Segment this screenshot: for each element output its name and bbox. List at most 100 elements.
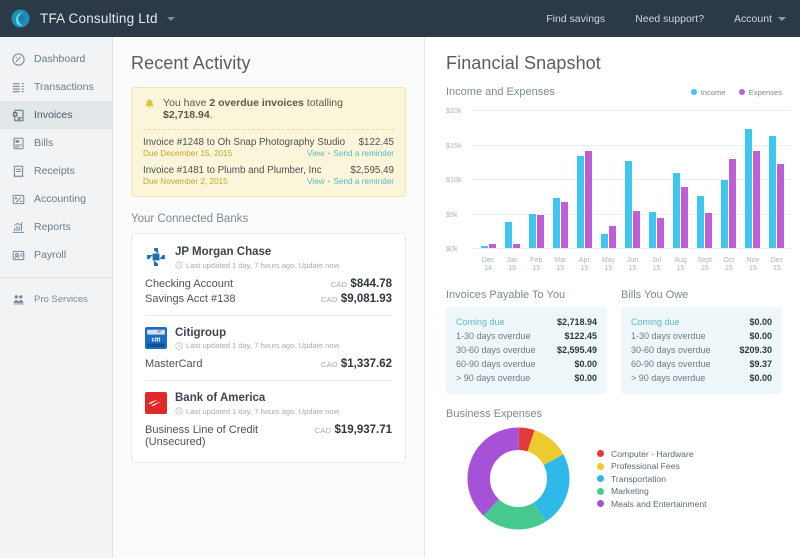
donut-legend-item[interactable]: Transportation: [597, 474, 707, 484]
company-name: TFA Consulting Ltd: [40, 11, 158, 26]
legend-label: Marketing: [611, 486, 649, 496]
bar-income[interactable]: [529, 214, 536, 249]
financial-snapshot-column: Financial Snapshot Income and Expenses I…: [425, 37, 800, 558]
bell-icon: [143, 98, 156, 111]
alert-text-after: .: [210, 109, 213, 121]
plus-minus-box-icon: [11, 192, 26, 207]
bar-expenses[interactable]: [657, 218, 664, 248]
bar-income[interactable]: [625, 161, 632, 248]
invoice-due-date: Due December 15, 2015: [143, 149, 232, 158]
chevron-down-icon[interactable]: [167, 17, 175, 21]
sidebar-item-transactions[interactable]: Transactions: [0, 73, 112, 101]
nav-need-support[interactable]: Need support?: [635, 13, 704, 25]
sidebar-item-receipts[interactable]: Receipts: [0, 157, 112, 185]
bar-expenses[interactable]: [633, 211, 640, 248]
bar-group[interactable]: [500, 222, 524, 248]
bar-income[interactable]: [697, 196, 704, 248]
bar-expenses[interactable]: [681, 187, 688, 248]
x-axis-tick: Oct15: [717, 257, 741, 275]
bar-group[interactable]: [717, 159, 741, 248]
bar-expenses[interactable]: [777, 164, 784, 248]
sidebar-item-invoices[interactable]: Invoices: [0, 101, 112, 129]
invoice-send-reminder-link[interactable]: Send a reminder: [333, 149, 394, 158]
x-axis-tick: Mar15: [548, 257, 572, 275]
legend-item-income[interactable]: Income: [691, 88, 726, 97]
bar-group[interactable]: [669, 173, 693, 248]
y-axis-tick: $10k: [446, 175, 462, 184]
x-tick-year: 15: [717, 265, 741, 274]
bar-group[interactable]: [548, 198, 572, 248]
alert-overdue-count: 2 overdue invoices: [209, 97, 304, 109]
bar-income[interactable]: [745, 129, 752, 248]
bar-expenses[interactable]: [561, 202, 568, 248]
x-tick-year: 15: [620, 265, 644, 274]
bar-income[interactable]: [505, 222, 512, 248]
invoice-send-reminder-link[interactable]: Send a reminder: [333, 177, 394, 186]
sidebar-item-dashboard[interactable]: Dashboard: [0, 45, 112, 73]
bar-expenses[interactable]: [705, 213, 712, 248]
overdue-invoice-row: Invoice #1248 to Oh Snap Photography Stu…: [143, 137, 394, 158]
bar-expenses[interactable]: [729, 159, 736, 248]
grid-line: [472, 248, 791, 249]
invoice-description[interactable]: Invoice #1481 to Plumb and Plumber, Inc: [143, 165, 322, 176]
sidebar-item-reports[interactable]: Reports: [0, 213, 112, 241]
bank-updated-status[interactable]: Last updated 1 day, 7 hours ago. Update …: [175, 341, 341, 350]
invoice-description[interactable]: Invoice #1248 to Oh Snap Photography Stu…: [143, 137, 345, 148]
nav-account[interactable]: Account: [734, 13, 786, 25]
bar-income[interactable]: [553, 198, 560, 248]
bar-income[interactable]: [649, 212, 656, 248]
bar-income[interactable]: [769, 136, 776, 248]
bank-updated-status[interactable]: Last updated 1 day, 7 hours ago. Update …: [175, 261, 341, 270]
table-row: Coming due$2,718.94: [456, 315, 597, 329]
nav-find-savings[interactable]: Find savings: [546, 13, 605, 25]
sidebar-item-pro-services[interactable]: Pro Services: [0, 285, 112, 313]
bar-income[interactable]: [673, 173, 680, 248]
sidebar-item-bills[interactable]: Bills: [0, 129, 112, 157]
sidebar-item-accounting[interactable]: Accounting: [0, 185, 112, 213]
sidebar-item-label: Bills: [34, 137, 53, 149]
bills-owed-section: Bills You Owe Coming due$0.001-30 days o…: [621, 289, 782, 394]
overdue-alert-message: You have 2 overdue invoices totalling $2…: [143, 97, 394, 121]
id-card-icon: [11, 248, 26, 263]
bank-updated-status[interactable]: Last updated 1 day, 7 hours ago. Update …: [175, 407, 341, 416]
invoice-view-link[interactable]: View: [307, 177, 325, 186]
aging-bucket-label: 60-90 days overdue: [631, 359, 711, 369]
table-row: > 90 days overdue$0.00: [631, 371, 772, 385]
invoices-payable-title: Invoices Payable To You: [446, 289, 607, 301]
bar-group[interactable]: [620, 161, 644, 248]
bar-group[interactable]: [741, 129, 765, 248]
bar-income[interactable]: [577, 156, 584, 248]
bar-expenses[interactable]: [609, 226, 616, 248]
aging-bucket-label: 1-30 days overdue: [456, 331, 531, 341]
bar-expenses[interactable]: [753, 151, 760, 248]
x-tick-year: 15: [765, 265, 789, 274]
brand-company-selector[interactable]: TFA Consulting Ltd: [0, 9, 175, 28]
invoice-view-link[interactable]: View: [307, 149, 325, 158]
donut-legend-item[interactable]: Professional Fees: [597, 461, 707, 471]
bar-group[interactable]: [476, 244, 500, 248]
bar-expenses[interactable]: [489, 244, 496, 248]
bar-group[interactable]: [572, 151, 596, 248]
legend-dot: [597, 463, 604, 470]
donut-legend-item[interactable]: Marketing: [597, 486, 707, 496]
sidebar-item-payroll[interactable]: Payroll: [0, 241, 112, 269]
bar-group[interactable]: [645, 212, 669, 248]
donut-legend-item[interactable]: Meals and Entertainment: [597, 499, 707, 509]
legend-item-expenses[interactable]: Expenses: [739, 88, 782, 97]
bar-group[interactable]: [524, 214, 548, 249]
donut-legend-item[interactable]: Computer - Hardware: [597, 449, 707, 459]
bar-income[interactable]: [601, 234, 608, 248]
bar-income[interactable]: [481, 246, 488, 248]
bar-expenses[interactable]: [513, 244, 520, 248]
x-tick-month: Oct: [717, 257, 741, 266]
bar-income[interactable]: [721, 180, 728, 248]
bar-expenses[interactable]: [585, 151, 592, 248]
account-balance: $844.78: [350, 278, 392, 290]
aging-bucket-amount: $122.45: [564, 331, 597, 341]
bar-expenses[interactable]: [537, 215, 544, 248]
bar-group[interactable]: [693, 196, 717, 248]
bar-group[interactable]: [596, 226, 620, 248]
legend-label: Computer - Hardware: [611, 449, 694, 459]
legend-dot-expenses: [739, 89, 745, 95]
bar-group[interactable]: [765, 136, 789, 248]
